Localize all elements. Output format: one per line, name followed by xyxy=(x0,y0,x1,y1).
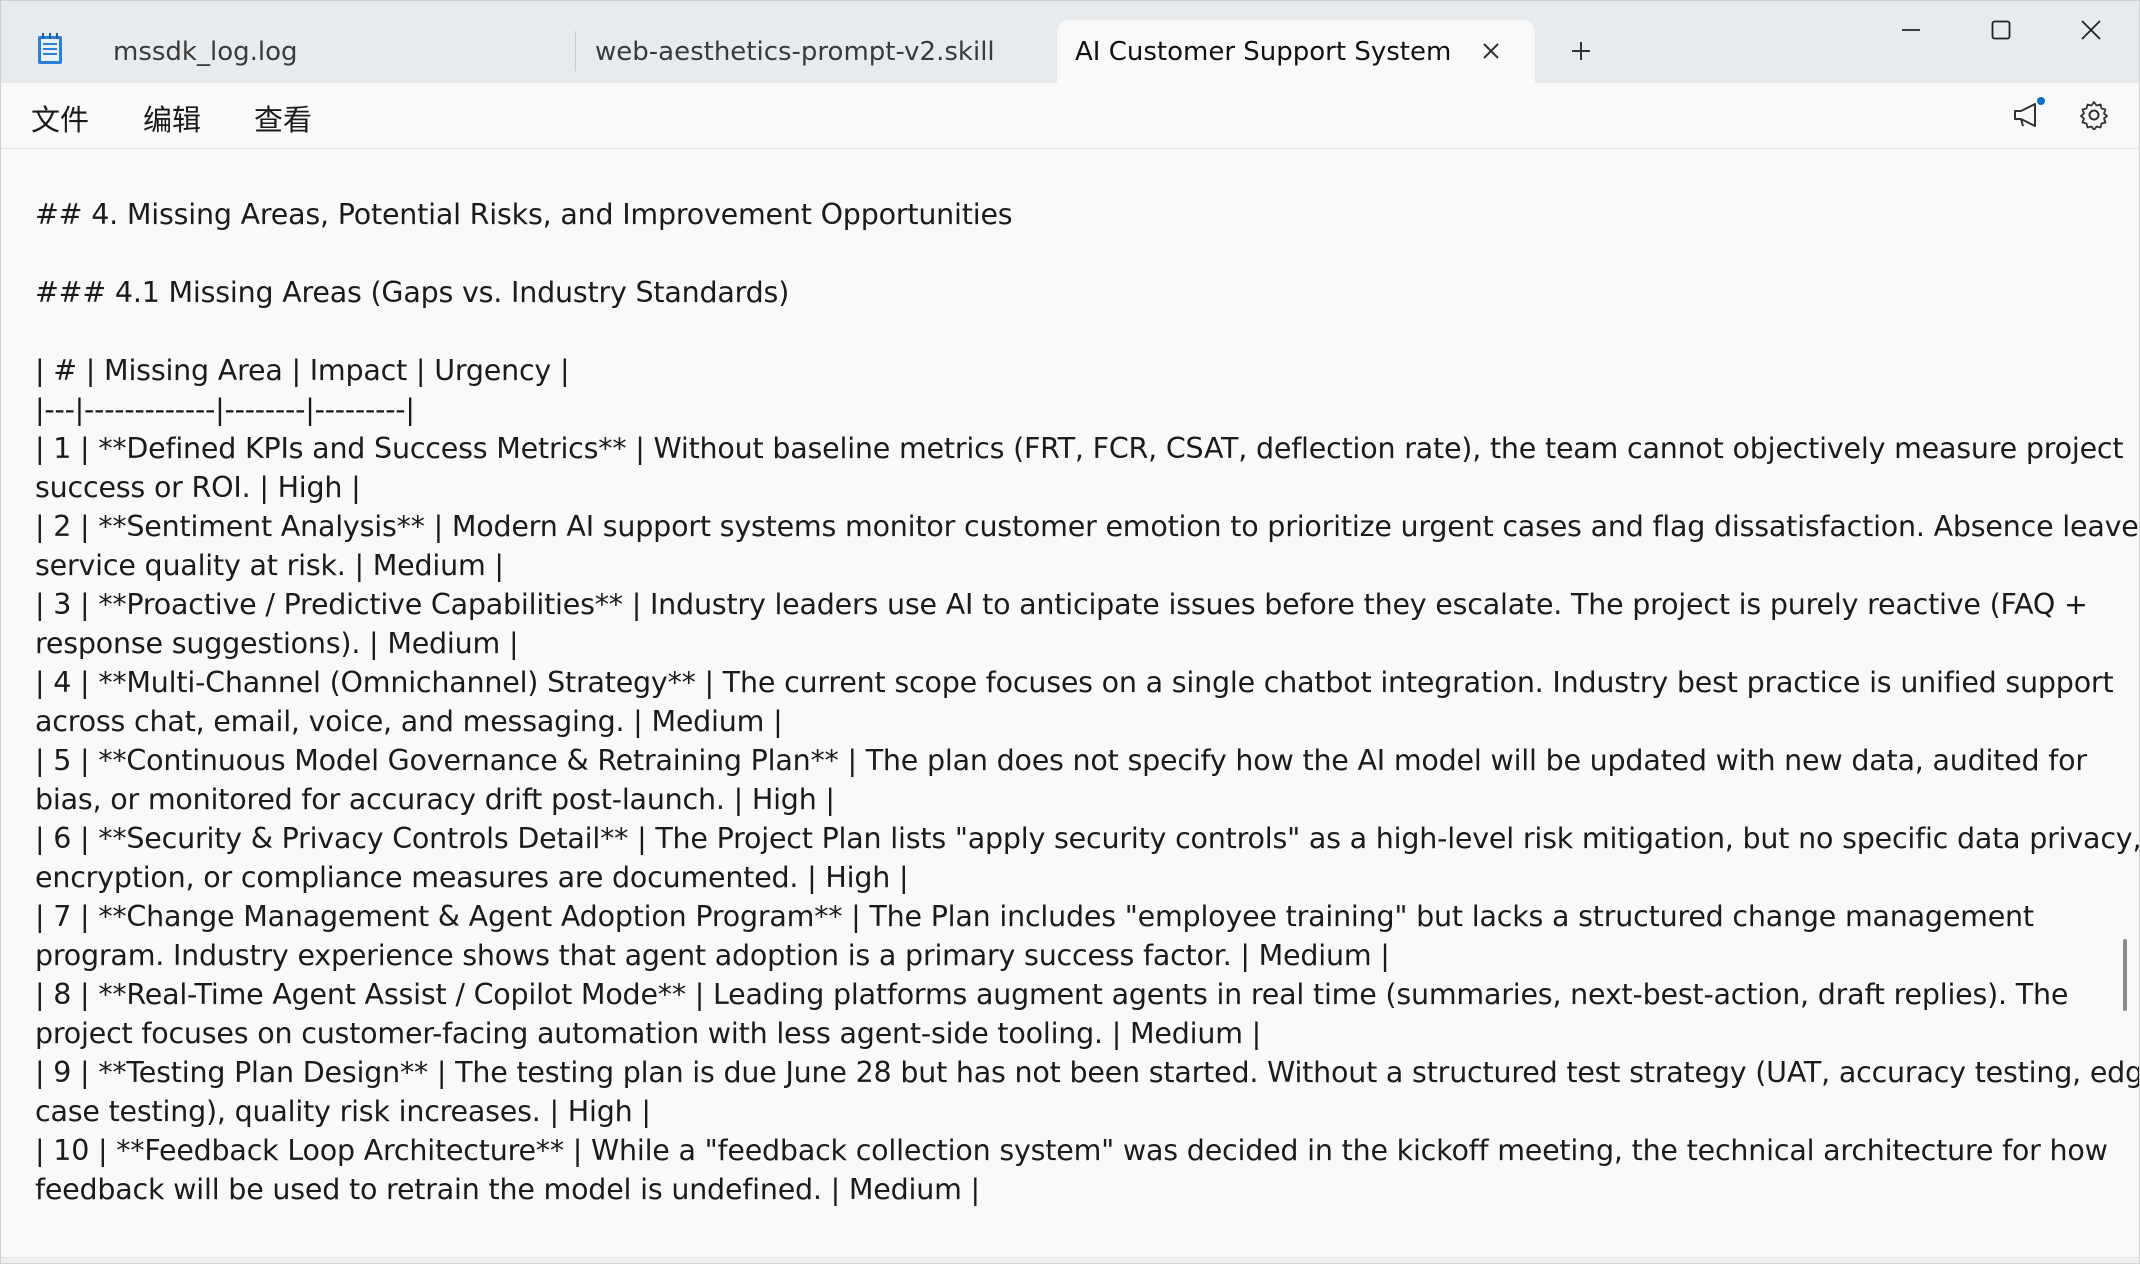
tab-ai-customer-support[interactable]: AI Customer Support System Upgr xyxy=(1057,20,1535,84)
text-line: ### 4.1 Missing Areas (Gaps vs. Industry… xyxy=(35,276,790,309)
text-line: across chat, email, voice, and messaging… xyxy=(35,705,783,738)
menu-edit[interactable]: 编辑 xyxy=(143,97,201,139)
vertical-scrollbar-thumb[interactable] xyxy=(2123,939,2127,1011)
close-icon[interactable] xyxy=(2046,1,2136,59)
document-text[interactable]: ## 4. Missing Areas, Potential Risks, an… xyxy=(35,195,2140,1209)
close-icon[interactable] xyxy=(1477,37,1505,65)
text-line: response suggestions). | Medium | xyxy=(35,627,519,660)
text-line: |---|-------------|--------|---------| xyxy=(35,393,415,426)
plus-icon[interactable] xyxy=(1561,31,1601,71)
tab-web-aesthetics[interactable]: web-aesthetics-prompt-v2.skill xyxy=(595,21,1055,83)
maximize-icon[interactable] xyxy=(1956,1,2046,59)
notification-dot xyxy=(2037,97,2045,105)
tab-label: mssdk_log.log xyxy=(113,37,298,67)
text-line: | 3 | **Proactive / Predictive Capabilit… xyxy=(35,588,2088,621)
tab-mssdk-log[interactable]: mssdk_log.log xyxy=(113,21,573,83)
minimize-icon[interactable] xyxy=(1866,1,1956,59)
tab-divider xyxy=(575,31,576,71)
text-line: | 1 | **Defined KPIs and Success Metrics… xyxy=(35,432,2124,465)
text-line: | 7 | **Change Management & Agent Adopti… xyxy=(35,900,2034,933)
notepad-icon xyxy=(37,33,63,65)
text-editor[interactable]: ## 4. Missing Areas, Potential Risks, an… xyxy=(1,149,2139,1257)
text-line: encryption, or compliance measures are d… xyxy=(35,861,909,894)
text-line: | # | Missing Area | Impact | Urgency | xyxy=(35,354,570,387)
text-line: case testing), quality risk increases. |… xyxy=(35,1095,651,1128)
menu-bar: 文件 编辑 查看 xyxy=(1,83,2139,149)
megaphone-icon[interactable] xyxy=(2005,93,2049,137)
gear-icon[interactable] xyxy=(2072,93,2116,137)
tab-label: web-aesthetics-prompt-v2.skill xyxy=(595,37,995,67)
tab-label: AI Customer Support System Upgr xyxy=(1075,37,1455,67)
text-line: | 8 | **Real-Time Agent Assist / Copilot… xyxy=(35,978,2069,1011)
text-line: | 6 | **Security & Privacy Controls Deta… xyxy=(35,822,2140,855)
text-line: project focuses on customer-facing autom… xyxy=(35,1017,1262,1050)
text-line: | 2 | **Sentiment Analysis** | Modern AI… xyxy=(35,510,2140,543)
text-line: bias, or monitored for accuracy drift po… xyxy=(35,783,835,816)
text-line: | 4 | **Multi-Channel (Omnichannel) Stra… xyxy=(35,666,2114,699)
text-line: success or ROI. | High | xyxy=(35,471,361,504)
text-line: feedback will be used to retrain the mod… xyxy=(35,1173,980,1206)
menu-view[interactable]: 查看 xyxy=(254,97,312,139)
text-line: service quality at risk. | Medium | xyxy=(35,549,504,582)
text-line: | 10 | **Feedback Loop Architecture** | … xyxy=(35,1134,2108,1167)
text-line: | 9 | **Testing Plan Design** | The test… xyxy=(35,1056,2140,1089)
notepad-window: mssdk_log.log web-aesthetics-prompt-v2.s… xyxy=(0,0,2140,1264)
title-bar[interactable]: mssdk_log.log web-aesthetics-prompt-v2.s… xyxy=(1,1,2139,84)
window-bottom-edge xyxy=(1,1257,2139,1263)
text-line: | 5 | **Continuous Model Governance & Re… xyxy=(35,744,2087,777)
menu-file[interactable]: 文件 xyxy=(31,97,89,139)
text-line: program. Industry experience shows that … xyxy=(35,939,1390,972)
text-line: ## 4. Missing Areas, Potential Risks, an… xyxy=(35,198,1013,231)
